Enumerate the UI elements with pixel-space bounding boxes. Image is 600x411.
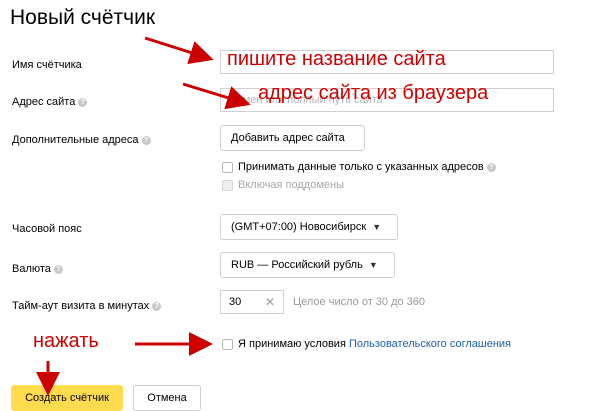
- arrow-to-address-field: [182, 82, 251, 110]
- annotation-write-site-name: пишите название сайта: [227, 48, 446, 70]
- annotation-site-address-from-browser: адрес сайта из браузера: [258, 82, 489, 104]
- arrow-to-name-field: [144, 36, 214, 64]
- annotation-press: нажать: [33, 330, 99, 352]
